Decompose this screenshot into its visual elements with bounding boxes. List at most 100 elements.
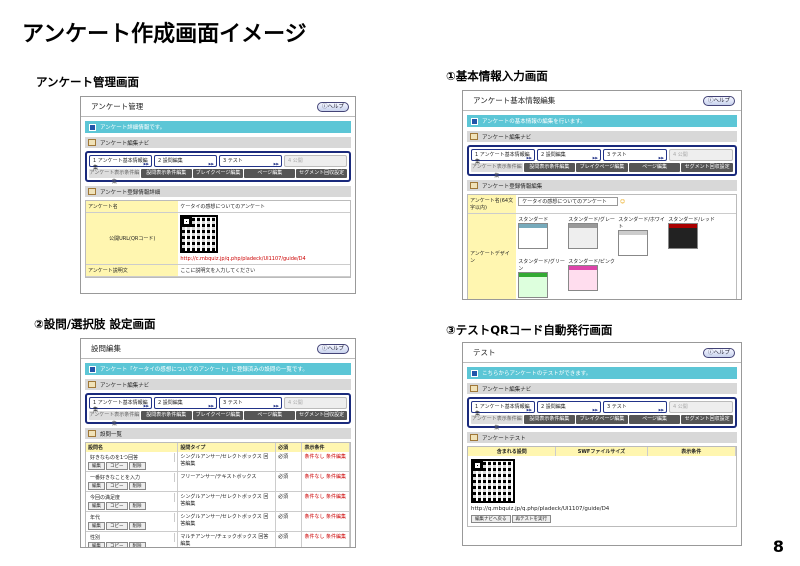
copy-button[interactable]: コピー: [106, 542, 128, 547]
name-label: アンケート名(64文字以内): [468, 195, 517, 213]
design-radio[interactable]: スタンダード/レッド: [668, 216, 716, 223]
step-publish: 4 公開: [284, 155, 347, 167]
display-condition[interactable]: 条件なし 条件編集: [302, 532, 350, 547]
tab-break[interactable]: ブレイクページ編集: [192, 411, 244, 420]
required: 必須: [276, 472, 303, 491]
tab-question-cond[interactable]: 設問表示条件編集: [523, 163, 576, 172]
nav-title: アンケート編集ナビ: [482, 134, 532, 141]
caption-question: ②設問/選択肢 設定画面: [34, 317, 156, 331]
delete-button[interactable]: 削除: [128, 502, 146, 510]
edit-button[interactable]: 編集: [88, 482, 105, 490]
tab-segment[interactable]: セグメント回収設定: [681, 415, 733, 424]
info-message: アンケート「ケータイの感想についてのアンケート」に登録済みの設問の一覧です。: [100, 367, 308, 373]
retest-button[interactable]: 再テストを実行: [511, 515, 551, 523]
edit-button[interactable]: 編集: [88, 502, 105, 510]
copy-button[interactable]: コピー: [106, 522, 128, 530]
book-icon: [470, 133, 478, 140]
question-name: 好きなものを1つ回答: [88, 453, 176, 462]
name-label: アンケート名: [86, 201, 179, 212]
book-icon: [88, 139, 96, 146]
help-button[interactable]: ⓘヘルプ: [316, 343, 349, 354]
info-icon: [89, 365, 96, 373]
delete-button[interactable]: 削除: [128, 542, 146, 547]
copy-button[interactable]: コピー: [106, 502, 128, 510]
step-basic[interactable]: 1 アンケート基本情報編集: [471, 149, 535, 165]
url-value[interactable]: http://c.mbquiz.jp/q.php/pladeck/UI1107/…: [180, 256, 348, 262]
tab-question-cond[interactable]: 設問表示条件編集: [140, 169, 192, 178]
design-thumb[interactable]: [518, 223, 549, 249]
display-condition[interactable]: 条件なし 条件編集: [302, 512, 350, 531]
tab-page[interactable]: ページ編集: [244, 169, 296, 178]
screen-title: 設問編集: [91, 344, 121, 353]
copy-button[interactable]: コピー: [106, 482, 128, 490]
tab-break[interactable]: ブレイクページ編集: [576, 163, 628, 172]
design-thumb[interactable]: [518, 272, 549, 298]
step-basic[interactable]: 1 アンケート基本情報編集: [471, 401, 535, 417]
step-test[interactable]: 3 テスト: [219, 155, 282, 167]
design-radio[interactable]: スタンダード: [518, 216, 566, 223]
step-publish: 4 公開: [669, 149, 733, 161]
step-test[interactable]: 3 テスト: [603, 149, 667, 161]
display-condition[interactable]: 条件なし 条件編集: [302, 492, 350, 511]
design-radio[interactable]: スタンダード/グリーン: [518, 258, 566, 272]
info-icon: [471, 369, 478, 377]
design-thumb[interactable]: [668, 223, 699, 249]
step-question[interactable]: 2 設問編集: [154, 155, 217, 167]
tab-segment[interactable]: セグメント回収設定: [296, 169, 347, 178]
tab-page[interactable]: ページ編集: [628, 163, 681, 172]
info-message: こちらからアンケートのテストができます。: [482, 371, 592, 377]
nav-title: アンケート編集ナビ: [100, 382, 150, 389]
delete-button[interactable]: 削除: [128, 522, 146, 530]
copy-button[interactable]: コピー: [106, 462, 128, 470]
question-type: シングルアンサー/セレクトボックス 回答編集: [178, 512, 277, 531]
help-button[interactable]: ⓘヘルプ: [702, 95, 735, 106]
edit-button[interactable]: 編集: [88, 462, 105, 470]
tab-break[interactable]: ブレイクページ編集: [192, 169, 244, 178]
section-title: アンケート登録情報詳細: [100, 189, 161, 196]
edit-nav: 1 アンケート基本情報編集2 設問編集3 テスト4 公開 アンケート表示条件編集…: [467, 397, 737, 431]
name-value: ケータイの感想についてのアンケート: [180, 204, 266, 210]
design-radio[interactable]: スタンダード/ピンク: [568, 258, 616, 265]
help-button[interactable]: ⓘヘルプ: [702, 347, 735, 358]
col-header: 表示条件: [302, 443, 350, 452]
delete-button[interactable]: 削除: [128, 482, 146, 490]
step-test[interactable]: 3 テスト: [219, 397, 282, 409]
edit-button[interactable]: 編集: [88, 542, 105, 547]
tab-question-cond[interactable]: 設問表示条件編集: [523, 415, 576, 424]
help-button[interactable]: ⓘヘルプ: [316, 101, 349, 112]
back-to-nav-button[interactable]: 編集ナビへ戻る: [471, 515, 511, 523]
step-question[interactable]: 2 設問編集: [537, 149, 601, 161]
step-basic[interactable]: 1 アンケート基本情報編集: [89, 155, 152, 171]
screen-title: アンケート基本情報編集: [473, 96, 556, 105]
tab-question-cond[interactable]: 設問表示条件編集: [140, 411, 192, 420]
desc-label: アンケート説明文: [86, 265, 179, 276]
tab-segment[interactable]: セグメント回収設定: [296, 411, 347, 420]
qr-code: [180, 215, 219, 253]
edit-button[interactable]: 編集: [88, 522, 105, 530]
display-condition[interactable]: 条件なし 条件編集: [302, 452, 350, 471]
nav-title: アンケート編集ナビ: [100, 140, 150, 147]
screen-title: アンケート管理: [91, 102, 144, 111]
name-input[interactable]: ケータイの感想についてのアンケート: [518, 197, 619, 206]
design-thumb[interactable]: [618, 230, 649, 256]
design-radio[interactable]: スタンダード/グレー: [568, 216, 616, 223]
col-header: SWFファイルサイズ: [556, 447, 648, 456]
step-basic[interactable]: 1 アンケート基本情報編集: [89, 397, 152, 413]
display-condition[interactable]: 条件なし 条件編集: [302, 472, 350, 491]
test-url[interactable]: http://q.mbquiz.jp/q.php/pladeck/UI1107/…: [471, 506, 733, 512]
question-type: シングルアンサー/セレクトボックス 回答編集: [178, 452, 277, 471]
design-radio[interactable]: スタンダード/ホワイト: [618, 216, 666, 230]
design-thumb[interactable]: [568, 223, 599, 249]
book-icon: [470, 434, 478, 441]
book-icon: [88, 430, 96, 437]
design-thumb[interactable]: [568, 265, 599, 291]
smile-icon: ☺: [619, 199, 626, 205]
step-test[interactable]: 3 テスト: [603, 401, 667, 413]
tab-page[interactable]: ページ編集: [244, 411, 296, 420]
step-question[interactable]: 2 設問編集: [537, 401, 601, 413]
tab-page[interactable]: ページ編集: [628, 415, 681, 424]
step-question[interactable]: 2 設問編集: [154, 397, 217, 409]
tab-segment[interactable]: セグメント回収設定: [681, 163, 733, 172]
tab-break[interactable]: ブレイクページ編集: [576, 415, 628, 424]
delete-button[interactable]: 削除: [128, 462, 146, 470]
